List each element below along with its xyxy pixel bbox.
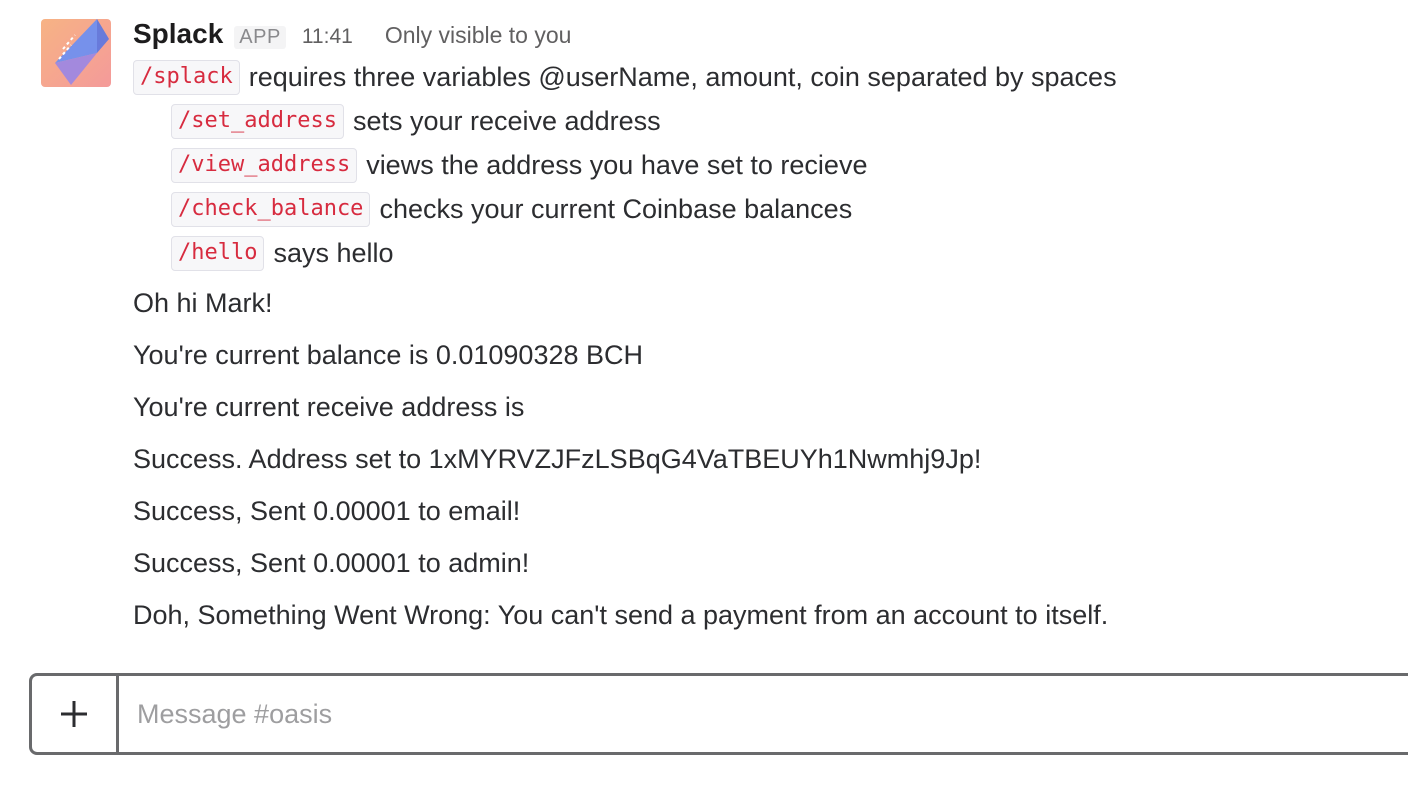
command-description: requires three variables @userName, amou… bbox=[248, 61, 1117, 92]
command-row: /hello says hello bbox=[171, 235, 394, 271]
visibility-note: Only visible to you bbox=[384, 22, 572, 48]
command-row: /splack requires three variables @userNa… bbox=[133, 59, 1117, 95]
message-line: You're current receive address is bbox=[133, 392, 525, 422]
command-code: /splack bbox=[133, 59, 240, 95]
command-description: checks your current Coinbase balances bbox=[379, 193, 853, 224]
splack-avatar[interactable] bbox=[41, 19, 111, 87]
message-line: Success. Address set to 1xMYRVZJFzLSBqG4… bbox=[133, 444, 982, 474]
command-description: views the address you have set to reciev… bbox=[366, 149, 868, 180]
message-line: You're current balance is 0.01090328 BCH bbox=[133, 340, 643, 370]
command-code: /set_address bbox=[171, 103, 344, 139]
message-line: Success, Sent 0.00001 to email! bbox=[133, 496, 521, 526]
splack-logo-icon bbox=[41, 19, 111, 87]
app-badge: APP bbox=[234, 26, 286, 49]
sender-name[interactable]: Splack bbox=[133, 18, 223, 50]
app-message: Splack APP 11:41 Only visible to you /sp… bbox=[0, 0, 1408, 650]
command-row: /set_address sets your receive address bbox=[171, 103, 661, 139]
command-code: /view_address bbox=[171, 147, 358, 183]
plus-icon bbox=[61, 701, 87, 727]
command-row: /check_balance checks your current Coinb… bbox=[171, 191, 852, 227]
message-line: Oh hi Mark! bbox=[133, 288, 273, 318]
command-row: /view_address views the address you have… bbox=[171, 147, 867, 183]
message-header: Splack APP 11:41 Only visible to you bbox=[133, 18, 571, 54]
message-input[interactable] bbox=[119, 676, 1408, 752]
message-line: Doh, Something Went Wrong: You can't sen… bbox=[133, 600, 1109, 630]
command-description: sets your receive address bbox=[352, 105, 661, 136]
command-description: says hello bbox=[273, 237, 394, 268]
message-composer bbox=[29, 673, 1408, 755]
command-code: /hello bbox=[171, 235, 265, 271]
timestamp[interactable]: 11:41 bbox=[302, 25, 353, 49]
command-code: /check_balance bbox=[171, 191, 371, 227]
message-line: Success, Sent 0.00001 to admin! bbox=[133, 548, 530, 578]
add-attachment-button[interactable] bbox=[32, 676, 119, 752]
